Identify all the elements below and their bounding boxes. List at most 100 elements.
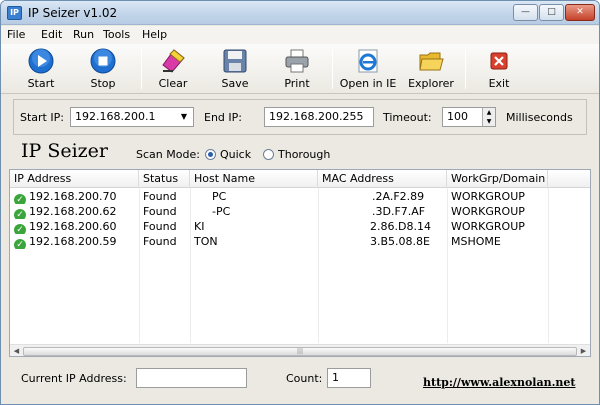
- scroll-right-icon[interactable]: ▶: [578, 346, 589, 356]
- save-label: Save: [221, 77, 249, 90]
- scrollbar-thumb[interactable]: |||: [23, 347, 577, 356]
- clear-button[interactable]: Clear: [147, 46, 199, 92]
- cell-host: TON: [194, 235, 218, 248]
- current-ip-label: Current IP Address:: [21, 372, 127, 385]
- chevron-down-icon[interactable]: ▼: [177, 109, 191, 125]
- explorer-button[interactable]: Explorer: [403, 46, 459, 92]
- timeout-label: Timeout:: [383, 111, 432, 124]
- toolbar-separator: [332, 49, 333, 89]
- cell-workgroup: WORKGROUP: [451, 190, 525, 203]
- internet-explorer-icon: [358, 49, 378, 73]
- eraser-icon: [162, 49, 185, 73]
- toolbar-separator: [141, 49, 142, 89]
- toolbar: Start Stop Clear Save Print Open in IE E…: [1, 44, 599, 94]
- print-button[interactable]: Print: [271, 46, 323, 92]
- cell-workgroup: WORKGROUP: [451, 220, 525, 233]
- cell-status: Found: [143, 235, 177, 248]
- print-label: Print: [284, 77, 310, 90]
- stop-icon: [90, 48, 116, 74]
- table-row[interactable]: ✓ 192.168.200.70 Found PC .2A.F2.89 WORKG…: [10, 189, 590, 204]
- start-button[interactable]: Start: [15, 46, 67, 92]
- check-icon: ✓: [14, 224, 26, 234]
- table-row[interactable]: ✓ 192.168.200.62 Found -PC .3D.F7.AF WORK…: [10, 204, 590, 219]
- minimize-button[interactable]: —: [513, 4, 538, 21]
- menu-file[interactable]: File: [7, 28, 25, 41]
- menu-tools[interactable]: Tools: [103, 28, 130, 41]
- cell-host: KI: [194, 220, 205, 233]
- start-ip-value: 192.168.200.1: [75, 110, 156, 123]
- check-icon: ✓: [14, 209, 26, 219]
- cell-mac: .3D.F7.AF: [372, 205, 426, 218]
- table-row[interactable]: ✓ 192.168.200.59 Found TON 3.B5.08.8E MSH…: [10, 234, 590, 249]
- printer-icon: [285, 49, 309, 73]
- spinner-arrows-icon[interactable]: ▲ ▼: [482, 108, 495, 126]
- table-row[interactable]: ✓ 192.168.200.60 Found KI 2.86.D8.14 WORK…: [10, 219, 590, 234]
- thorough-radio-label[interactable]: Thorough: [278, 148, 330, 161]
- end-ip-label: End IP:: [204, 111, 242, 124]
- website-link[interactable]: http://www.alexnolan.net: [423, 376, 576, 389]
- stop-label: Stop: [90, 77, 116, 90]
- table-header: IP Address Status Host Name MAC Address …: [10, 170, 590, 188]
- save-button[interactable]: Save: [209, 46, 261, 92]
- count-field[interactable]: 1: [327, 368, 371, 388]
- cell-ip: ✓ 192.168.200.70: [10, 189, 139, 204]
- scan-parameters: Start IP: 192.168.200.1 ▼ End IP: 192.16…: [13, 99, 587, 135]
- timeout-spinner[interactable]: 100 ▲ ▼: [442, 107, 496, 127]
- cell-mac: 3.B5.08.8E: [370, 235, 430, 248]
- thorough-radio[interactable]: [263, 149, 274, 160]
- window-title: IP Seizer v1.02: [28, 6, 118, 20]
- exit-label: Exit: [488, 77, 510, 90]
- maximize-button[interactable]: □: [539, 4, 564, 21]
- cell-status: Found: [143, 205, 177, 218]
- cell-host: PC: [212, 190, 227, 203]
- menu-help[interactable]: Help: [142, 28, 167, 41]
- stop-button[interactable]: Stop: [77, 46, 129, 92]
- count-label: Count:: [286, 372, 323, 385]
- scan-mode-label: Scan Mode:: [136, 148, 200, 161]
- timeout-unit: Milliseconds: [506, 111, 573, 124]
- column-header-workgroup[interactable]: WorkGrp/Domain: [447, 170, 548, 188]
- page-title: IP Seizer: [21, 140, 109, 162]
- start-ip-label: Start IP:: [20, 111, 64, 124]
- clear-label: Clear: [158, 77, 188, 90]
- cell-mac: .2A.F2.89: [372, 190, 425, 203]
- app-window: IP IP Seizer v1.02 — □ ✕ File Edit Run T…: [0, 0, 600, 405]
- scroll-left-icon[interactable]: ◀: [11, 346, 22, 356]
- app-icon[interactable]: IP: [7, 6, 22, 20]
- cell-ip: ✓ 192.168.200.62: [10, 204, 139, 219]
- exit-x-icon: [490, 52, 508, 70]
- close-button[interactable]: ✕: [565, 4, 595, 21]
- end-ip-input[interactable]: 192.168.200.255: [264, 107, 374, 127]
- open-in-ie-label: Open in IE: [339, 77, 397, 90]
- exit-button[interactable]: Exit: [473, 46, 525, 92]
- cell-ip: ✓ 192.168.200.60: [10, 219, 139, 234]
- cell-host: -PC: [212, 205, 231, 218]
- menu-run[interactable]: Run: [73, 28, 94, 41]
- quick-radio-label[interactable]: Quick: [220, 148, 251, 161]
- floppy-disk-icon: [223, 49, 247, 73]
- column-header-host[interactable]: Host Name: [190, 170, 318, 188]
- check-icon: ✓: [14, 239, 26, 249]
- start-label: Start: [27, 77, 55, 90]
- open-in-ie-button[interactable]: Open in IE: [337, 46, 399, 92]
- menu-bar: File Edit Run Tools Help: [1, 26, 599, 44]
- column-header-status[interactable]: Status: [139, 170, 190, 188]
- cell-ip: ✓ 192.168.200.59: [10, 234, 139, 249]
- title-bar[interactable]: IP IP Seizer v1.02 — □ ✕: [1, 1, 599, 25]
- start-ip-combobox[interactable]: 192.168.200.1 ▼: [70, 107, 194, 127]
- cell-workgroup: MSHOME: [451, 235, 501, 248]
- play-icon: [28, 48, 54, 74]
- horizontal-scrollbar[interactable]: ◀ ||| ▶: [10, 344, 590, 356]
- results-table[interactable]: IP Address Status Host Name MAC Address …: [9, 169, 591, 357]
- current-ip-field[interactable]: [136, 368, 247, 388]
- column-header-ip[interactable]: IP Address: [10, 170, 139, 188]
- menu-edit[interactable]: Edit: [41, 28, 62, 41]
- column-header-mac[interactable]: MAC Address: [318, 170, 447, 188]
- column-header-empty: [548, 170, 590, 188]
- check-icon: ✓: [14, 194, 26, 204]
- quick-radio[interactable]: [205, 149, 216, 160]
- folder-icon: [419, 52, 444, 71]
- cell-status: Found: [143, 220, 177, 233]
- cell-status: Found: [143, 190, 177, 203]
- timeout-value: 100: [447, 110, 468, 123]
